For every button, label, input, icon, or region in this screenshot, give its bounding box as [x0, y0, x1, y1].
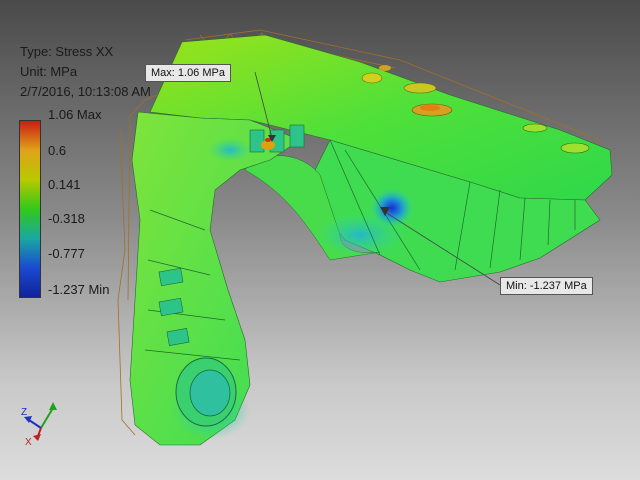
orientation-triad[interactable]: Z X	[16, 398, 66, 448]
plate-hole	[560, 142, 590, 154]
plate-hole	[522, 123, 548, 133]
legend-tick-max: 1.06 Max	[48, 107, 102, 122]
z-axis-line	[28, 419, 42, 429]
stress-color-legend	[19, 120, 41, 298]
x-axis-arrow-icon	[33, 434, 41, 441]
max-probe-callout[interactable]: Max: 1.06 MPa	[145, 64, 231, 82]
result-timestamp: 2/7/2016, 10:13:08 AM	[20, 84, 151, 99]
legend-tick: -0.318	[48, 211, 85, 226]
legend-tick: 0.141	[48, 177, 81, 192]
3d-model-viewport[interactable]	[0, 0, 640, 480]
y-axis-line	[40, 407, 54, 429]
plate-hole	[361, 72, 383, 84]
legend-tick: 0.6	[48, 143, 67, 158]
z-axis-label: Z	[21, 407, 27, 418]
x-axis-label: X	[25, 437, 32, 448]
legend-tick: -0.777	[48, 246, 85, 261]
y-axis-arrow-icon	[49, 402, 57, 410]
legend-tick-min: -1.237 Min	[48, 282, 110, 297]
result-type-label: Type: Stress XX	[20, 44, 114, 59]
plate-hole	[403, 82, 437, 94]
result-unit-label: Unit: MPa	[20, 64, 78, 79]
min-probe-callout[interactable]: Min: -1.237 MPa	[500, 277, 593, 295]
bracket-model	[129, 34, 613, 446]
